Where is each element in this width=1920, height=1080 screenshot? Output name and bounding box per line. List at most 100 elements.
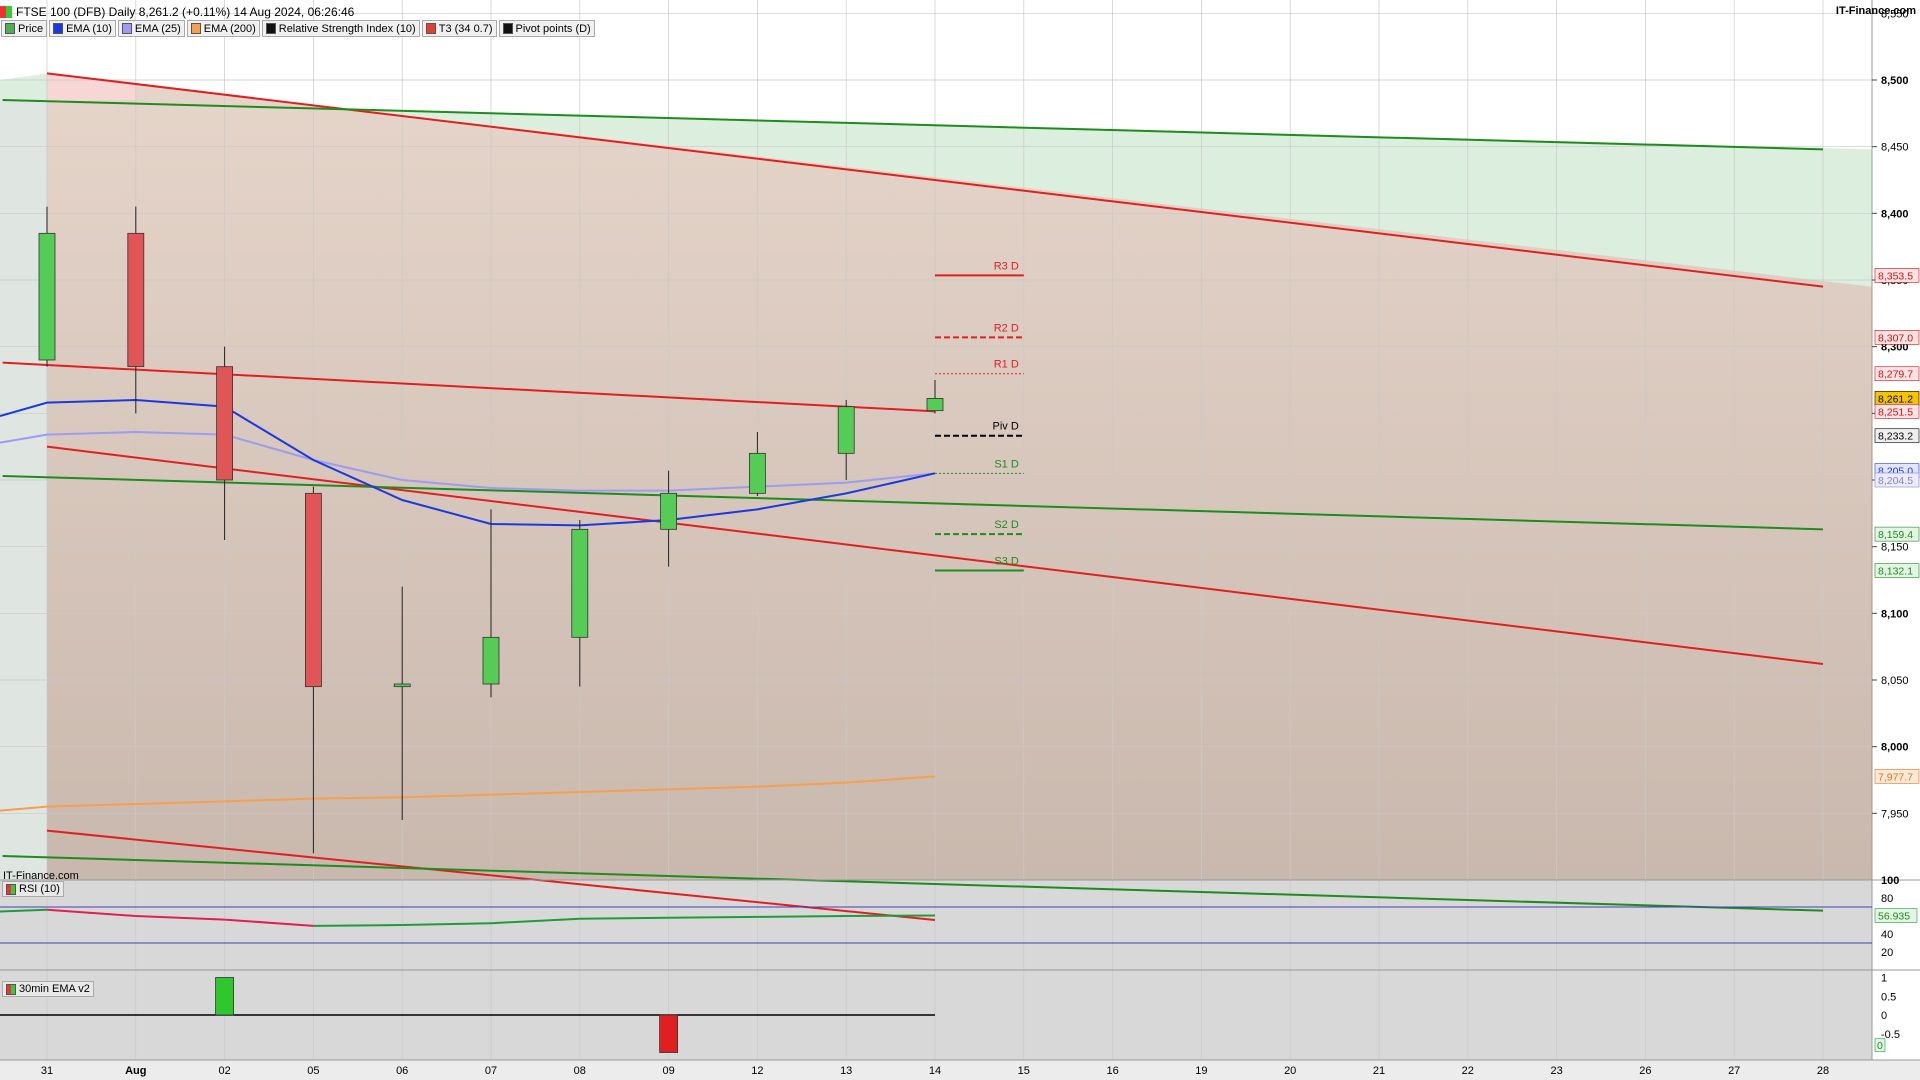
price-tag-4: 8,251.5 [1878, 406, 1913, 418]
legend-price[interactable]: Price [1, 20, 48, 37]
x-tick-label-2: 02 [218, 1065, 230, 1077]
ema30-tick-2: 0 [1881, 1010, 1887, 1022]
x-tick-label-11: 15 [1018, 1065, 1030, 1077]
legend-ema10-swatch [53, 23, 64, 34]
price-chart[interactable]: R3 D R2 D R1 D Piv D S1 D S2 D S3 D 7,950 8,000 8… [0, 0, 1920, 1080]
left-channel-fill [0, 100, 47, 880]
legend-pivots-swatch [502, 23, 513, 34]
x-axis-bg [0, 1060, 1920, 1080]
x-tick-label-15: 21 [1373, 1065, 1385, 1077]
pivot-label-4: S1 D [994, 458, 1019, 470]
brand-label: IT-Finance.com [1835, 5, 1916, 17]
candle-body-09 [660, 492, 677, 530]
price-tag-3: 8,261.2 [1878, 393, 1913, 405]
rsi-last-tag: 56.935 [1878, 911, 1910, 923]
x-tick-label-6: 08 [574, 1065, 586, 1077]
candle-body-02 [216, 366, 234, 481]
x-tick-label-20: 28 [1817, 1065, 1829, 1077]
price-tag-9: 8,132.1 [1878, 566, 1913, 578]
candle-body-08 [571, 528, 589, 638]
y-tick-label-11: 8,500 [1881, 75, 1909, 87]
x-tick-label-18: 26 [1639, 1065, 1651, 1077]
legend-t3-swatch [425, 23, 436, 34]
ema30-bar-09 [659, 1014, 678, 1053]
candle-body-06 [393, 683, 411, 688]
x-tick-label-8: 12 [751, 1065, 763, 1077]
y-tick-label-0: 7,950 [1881, 808, 1909, 820]
legend-t3-label: T3 (34 0.7) [438, 22, 493, 35]
x-tick-label-10: 14 [929, 1065, 941, 1077]
legend-ema200[interactable]: EMA (200) [186, 20, 260, 37]
x-tick-label-3: 05 [307, 1065, 319, 1077]
indicator-legend: Price EMA (10) EMA (25) EMA (200) Relati… [1, 20, 595, 37]
x-tick-label-19: 27 [1728, 1065, 1740, 1077]
candle-body-12 [749, 452, 766, 494]
legend-rsi[interactable]: Relative Strength Index (10) [261, 20, 420, 37]
rsi-panel-label-text: RSI (10) [19, 883, 60, 895]
candle-body-05 [304, 492, 322, 688]
legend-ema10-label: EMA (10) [66, 22, 112, 35]
x-tick-label-9: 13 [840, 1065, 852, 1077]
y-tick-label-10: 8,450 [1881, 142, 1909, 154]
rsi-panel-icon [6, 883, 16, 895]
candle-body-14 [926, 397, 944, 412]
legend-price-label: Price [18, 22, 44, 35]
x-tick-label-4: 06 [396, 1065, 408, 1077]
price-tag-1: 8,307.0 [1878, 332, 1913, 344]
pivot-label-5: S2 D [994, 519, 1019, 531]
legend-rsi-label: Relative Strength Index (10) [278, 22, 416, 35]
rsi-segment-7 [579, 916, 669, 920]
pivot-label-0: R3 D [994, 260, 1019, 272]
x-tick-label-7: 09 [662, 1065, 674, 1077]
ema30-panel-icon [6, 983, 16, 995]
legend-ema25-label: EMA (25) [134, 22, 181, 35]
x-tick-label-0: 31 [41, 1065, 53, 1077]
legend-ema25[interactable]: EMA (25) [117, 20, 185, 37]
pivot-label-1: R2 D [994, 322, 1019, 334]
candle-body-31 [38, 232, 56, 361]
y-tick-label-1: 8,000 [1881, 742, 1909, 754]
price-tag-8: 8,159.4 [1878, 529, 1913, 541]
y-tick-label-9: 8,400 [1881, 208, 1909, 220]
legend-t3[interactable]: T3 (34 0.7) [421, 20, 497, 37]
legend-rsi-swatch [265, 23, 276, 34]
ema30-tick-0: 1 [1881, 973, 1887, 985]
chart-title: FTSE 100 (DFB) Daily 8,261.2 (+0.11%) 14… [0, 4, 354, 20]
rsi-segment-9 [757, 915, 847, 918]
ema30-last-tag: 0 [1877, 1040, 1883, 1052]
price-tag-2: 8,279.7 [1878, 369, 1913, 381]
price-tag-10: 7,977.7 [1878, 771, 1913, 783]
rsi-segment-4 [313, 924, 403, 927]
x-tick-label-5: 07 [485, 1065, 497, 1077]
chart-title-text: FTSE 100 (DFB) Daily 8,261.2 (+0.11%) 14… [16, 5, 355, 19]
y-tick-label-3: 8,100 [1881, 608, 1909, 620]
ema30-tick-1: 0.5 [1881, 991, 1896, 1003]
pivot-label-2: R1 D [994, 359, 1019, 371]
candle-body-07 [482, 636, 500, 685]
legend-pivots-label: Pivot points (D) [515, 22, 591, 35]
ema30-bar-02 [215, 977, 235, 1016]
rsi-tick-4: 20 [1881, 947, 1893, 959]
rsi-tick-1: 80 [1881, 893, 1893, 905]
price-tag-5: 8,233.2 [1878, 431, 1913, 443]
price-tag-0: 8,353.5 [1878, 270, 1913, 282]
candle-body-13 [837, 406, 855, 454]
chart-app-icon [0, 6, 12, 18]
x-tick-label-12: 16 [1106, 1065, 1118, 1077]
x-tick-label-14: 20 [1284, 1065, 1296, 1077]
ema30-panel-label-text: 30min EMA v2 [19, 983, 90, 995]
rsi-tick-3: 40 [1881, 929, 1893, 941]
ema30-panel-label[interactable]: 30min EMA v2 [2, 981, 94, 997]
legend-pivots[interactable]: Pivot points (D) [498, 20, 595, 37]
rsi-tick-0: 100 [1881, 875, 1899, 887]
x-tick-label-16: 22 [1462, 1065, 1474, 1077]
pivot-label-6: S3 D [994, 556, 1019, 568]
pivot-label-3: Piv D [993, 421, 1019, 433]
x-tick-label-17: 23 [1550, 1065, 1562, 1077]
legend-ema200-label: EMA (200) [203, 22, 256, 35]
rsi-panel-label[interactable]: RSI (10) [2, 881, 64, 897]
x-tick-label-13: 19 [1195, 1065, 1207, 1077]
legend-ema200-swatch [190, 23, 201, 34]
price-tag-7: 8,204.5 [1878, 475, 1913, 487]
legend-ema10[interactable]: EMA (10) [49, 20, 116, 37]
